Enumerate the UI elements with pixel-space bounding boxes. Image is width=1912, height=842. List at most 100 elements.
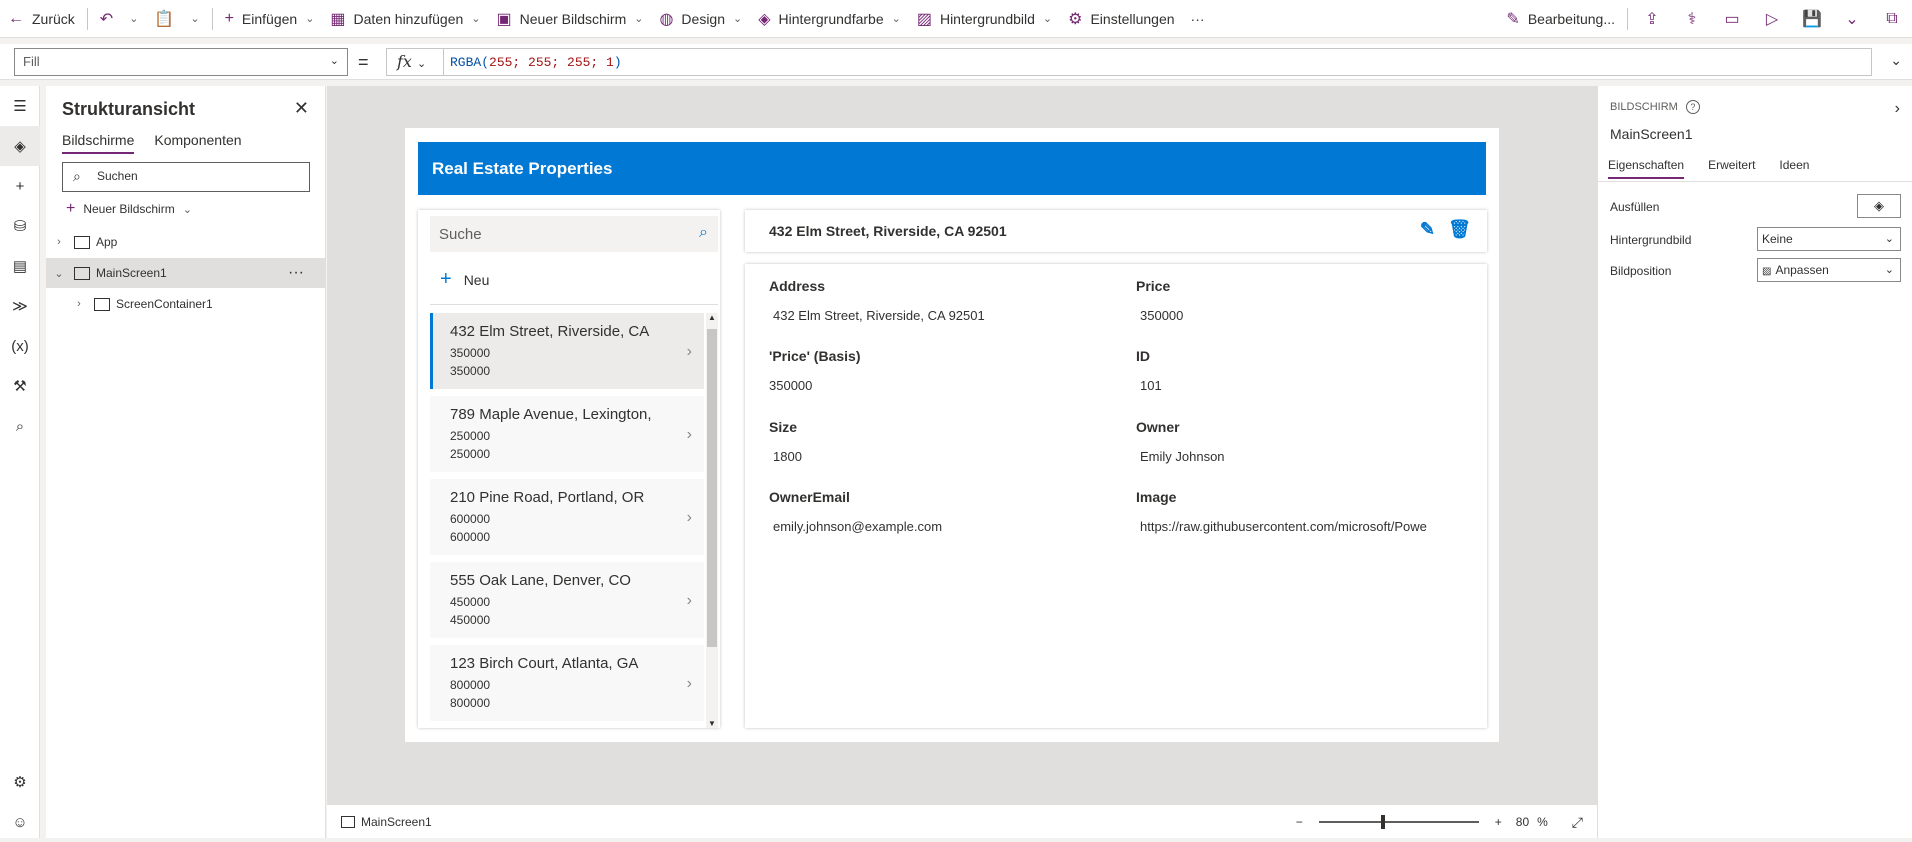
play-icon[interactable]: ▷: [1752, 0, 1792, 38]
list-item[interactable]: 432 Elm Street, Riverside, CA 350000 350…: [430, 313, 704, 389]
field-owneremail: OwnerEmail emily.johnson@example.com: [769, 489, 943, 534]
toolbar-divider: [211, 7, 213, 30]
chevron-down-icon[interactable]: ⌄: [1832, 0, 1872, 38]
chevron-right-icon[interactable]: ›: [687, 675, 692, 693]
chevron-down-icon: ⌄: [891, 13, 901, 25]
zoom-in-button[interactable]: +: [1495, 815, 1502, 829]
palette-icon: ◍: [659, 10, 674, 28]
chevron-down-icon: ⌄: [329, 55, 339, 67]
detail-header: 432 Elm Street, Riverside, CA 92501 ✎ 🗑: [745, 210, 1487, 252]
comments-icon[interactable]: ▭: [1712, 0, 1752, 38]
design-button[interactable]: ◍ Design ⌄: [651, 0, 750, 38]
power-automate-icon[interactable]: ≫: [0, 286, 40, 326]
list-item[interactable]: 789 Maple Avenue, Lexington, 250000 2500…: [430, 396, 704, 472]
new-screen-button[interactable]: + Neuer Bildschirm ⌄: [66, 200, 192, 218]
zoom-slider-thumb[interactable]: [1380, 815, 1385, 829]
formula-input[interactable]: RGBA(255; 255; 255; 1): [444, 48, 1872, 76]
chevron-right-icon[interactable]: ›: [687, 592, 692, 610]
plus-icon[interactable]: +: [0, 166, 40, 206]
settings-button[interactable]: ⚙ Einstellungen: [1060, 0, 1182, 38]
chevron-right-icon[interactable]: ›: [52, 236, 66, 248]
chevron-right-icon[interactable]: ›: [1895, 100, 1900, 118]
menu-icon[interactable]: ☰: [0, 86, 40, 126]
scrollbar[interactable]: ▲ ▼: [706, 313, 718, 728]
tree-item-screencontainer1[interactable]: › ScreenContainer1: [46, 289, 326, 319]
variables-icon[interactable]: (x): [0, 326, 40, 366]
new-screen-button[interactable]: ▣ Neuer Bildschirm ⌄: [489, 0, 652, 38]
back-button[interactable]: ← Zurück: [0, 0, 83, 38]
tree-search-input[interactable]: ⌕ Suchen: [62, 162, 310, 192]
more-button[interactable]: ···: [1183, 0, 1213, 38]
background-image-button[interactable]: ▨ Hintergrundbild ⌄: [909, 0, 1060, 38]
screen-icon: [341, 815, 355, 828]
tools-icon[interactable]: ⚒: [0, 366, 40, 406]
scroll-down-icon[interactable]: ▼: [708, 719, 716, 728]
chevron-right-icon[interactable]: ›: [687, 509, 692, 527]
zoom-slider[interactable]: [1318, 815, 1479, 829]
bg-image-dropdown[interactable]: Keine ⌄: [1757, 227, 1901, 251]
paste-button[interactable]: 📋 ⌄: [146, 0, 207, 38]
screen-selector[interactable]: MainScreen1: [341, 815, 432, 829]
control-type: BILDSCHIRM?: [1610, 100, 1700, 114]
field-image: Image https://raw.githubusercontent.com/…: [1136, 489, 1427, 534]
tab-advanced[interactable]: Erweitert: [1708, 158, 1755, 179]
chevron-down-icon[interactable]: ⌄: [129, 12, 138, 25]
chevron-down-icon: ⌄: [634, 13, 644, 25]
zoom-out-button[interactable]: −: [1296, 815, 1303, 829]
new-item-button[interactable]: + Neu: [440, 268, 489, 291]
save-icon[interactable]: 💾: [1792, 0, 1832, 38]
gear-icon[interactable]: ⚙: [0, 762, 40, 802]
paint-bucket-icon: ◈: [1874, 198, 1884, 213]
search-icon: ⌕: [73, 168, 81, 184]
add-data-button[interactable]: ▦ Daten hinzufügen ⌄: [322, 0, 488, 38]
fit-to-window-icon[interactable]: ⤢: [1572, 814, 1583, 831]
app-checker-icon[interactable]: ⚕: [1672, 0, 1712, 38]
tree-item-app[interactable]: › App: [46, 227, 326, 257]
trash-icon[interactable]: 🗑: [1448, 219, 1471, 240]
function-button[interactable]: fx ⌄: [386, 48, 444, 76]
more-icon[interactable]: ···: [288, 264, 304, 282]
tab-screens[interactable]: Bildschirme: [62, 132, 135, 154]
chevron-down-icon[interactable]: ⌄: [52, 267, 66, 280]
tab-properties[interactable]: Eigenschaften: [1608, 158, 1685, 179]
tree-item-mainscreen1[interactable]: ⌄ MainScreen1 ···: [46, 258, 326, 288]
help-icon[interactable]: ?: [1685, 100, 1700, 114]
gallery-search-input[interactable]: Suche ⌕: [430, 216, 718, 252]
layers-icon[interactable]: ◈: [0, 126, 40, 166]
plus-icon: +: [66, 200, 76, 217]
search-icon[interactable]: ⌕: [0, 406, 40, 446]
tab-components[interactable]: Komponenten: [154, 132, 241, 154]
chevron-down-icon[interactable]: ⌄: [1890, 52, 1902, 69]
tab-ideas[interactable]: Ideen: [1779, 158, 1809, 179]
background-color-button[interactable]: ◈ Hintergrundfarbe ⌄: [750, 0, 909, 38]
database-icon[interactable]: ⛁: [0, 206, 40, 246]
scrollbar-thumb[interactable]: [707, 329, 717, 647]
chevron-right-icon[interactable]: ›: [687, 343, 692, 361]
list-item[interactable]: 123 Birch Court, Atlanta, GA 800000 8000…: [430, 645, 704, 721]
app-header: Real Estate Properties: [418, 142, 1486, 195]
insert-button[interactable]: + Einfügen ⌄: [217, 0, 323, 38]
edit-icon[interactable]: ✎: [1420, 219, 1435, 240]
plus-icon: +: [440, 268, 452, 290]
tree-tabs: Bildschirme Komponenten: [62, 132, 262, 154]
virtual-agent-icon[interactable]: ☺: [0, 802, 40, 842]
media-icon[interactable]: ▤: [0, 246, 40, 286]
chevron-down-icon: ⌄: [305, 13, 315, 25]
fill-color-picker[interactable]: ◈: [1857, 194, 1901, 218]
property-dropdown[interactable]: Fill ⌄: [14, 48, 348, 76]
scroll-up-icon[interactable]: ▲: [708, 313, 716, 322]
list-item[interactable]: 555 Oak Lane, Denver, CO 450000 450000 ›: [430, 562, 704, 638]
divider: [1598, 181, 1912, 182]
share-icon[interactable]: ⇪: [1632, 0, 1672, 38]
close-icon[interactable]: ✕: [294, 98, 309, 119]
list-item[interactable]: 210 Pine Road, Portland, OR 600000 60000…: [430, 479, 704, 555]
undo-icon: ↶: [99, 10, 114, 28]
chevron-right-icon[interactable]: ›: [687, 426, 692, 444]
chevron-down-icon: ⌄: [182, 203, 192, 216]
editing-button[interactable]: ✎ Bearbeitung...: [1498, 0, 1623, 38]
image-position-dropdown[interactable]: ▨ Anpassen ⌄: [1757, 258, 1901, 282]
chevron-down-icon[interactable]: ⌄: [190, 12, 199, 25]
undo-button[interactable]: ↶ ⌄: [92, 0, 147, 38]
chevron-right-icon[interactable]: ›: [72, 298, 86, 310]
publish-icon[interactable]: ⧉: [1872, 0, 1912, 38]
